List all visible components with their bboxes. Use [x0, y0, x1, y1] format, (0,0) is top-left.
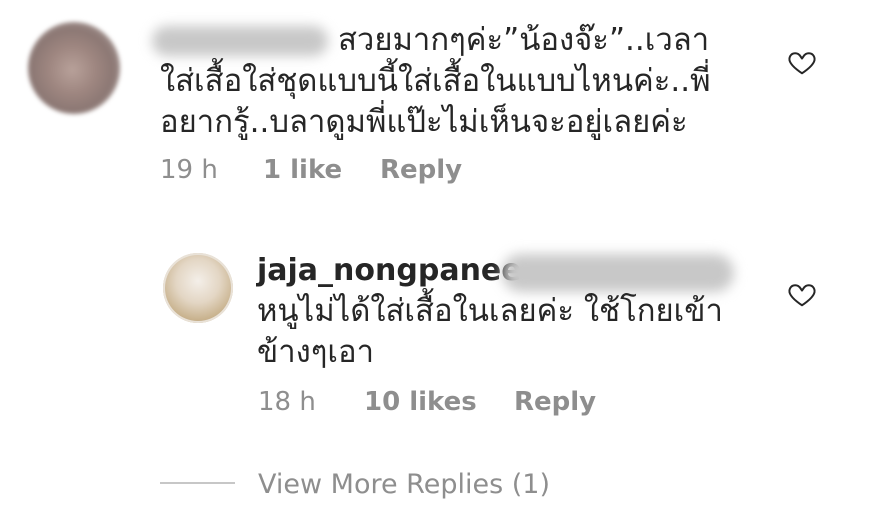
comment-timestamp: 18 h: [258, 387, 316, 417]
comment-timestamp: 19 h: [160, 155, 218, 185]
comment-text-line-1: หนูไม่ได้ใส่เสื้อในเลยค่ะ ใช้โกยเข้า: [257, 293, 723, 329]
heart-outline-icon[interactable]: [787, 279, 817, 309]
comment-text-line-2: ข้างๆเอา: [257, 334, 375, 370]
reply-button[interactable]: Reply: [514, 386, 596, 418]
avatar[interactable]: [28, 22, 120, 114]
avatar[interactable]: [163, 253, 233, 323]
redacted-username: [152, 26, 328, 56]
view-more-replies-button[interactable]: View More Replies (1): [258, 468, 550, 502]
likes-count-button[interactable]: 10 likes: [364, 386, 477, 418]
comment-text-line-1: สวยมากๆค่ะ”น้องจ๊ะ”..เวลา: [338, 22, 710, 58]
username-link[interactable]: jaja_nongpanee: [257, 251, 522, 291]
comment-text-line-2: ใส่เสื้อใส่ชุดแบบนี้ใส่เสื้อในแบบไหนค่ะ.…: [160, 63, 711, 99]
likes-count-button[interactable]: 1 like: [263, 154, 342, 186]
divider-line: [160, 482, 235, 484]
comment-text-line-3: อยากรู้..บลาดูมพี่แป๊ะไม่เห็นจะอยู่เลยค่…: [160, 104, 688, 140]
redacted-text: [502, 254, 734, 292]
reply-button[interactable]: Reply: [380, 154, 462, 186]
heart-outline-icon[interactable]: [787, 47, 817, 77]
